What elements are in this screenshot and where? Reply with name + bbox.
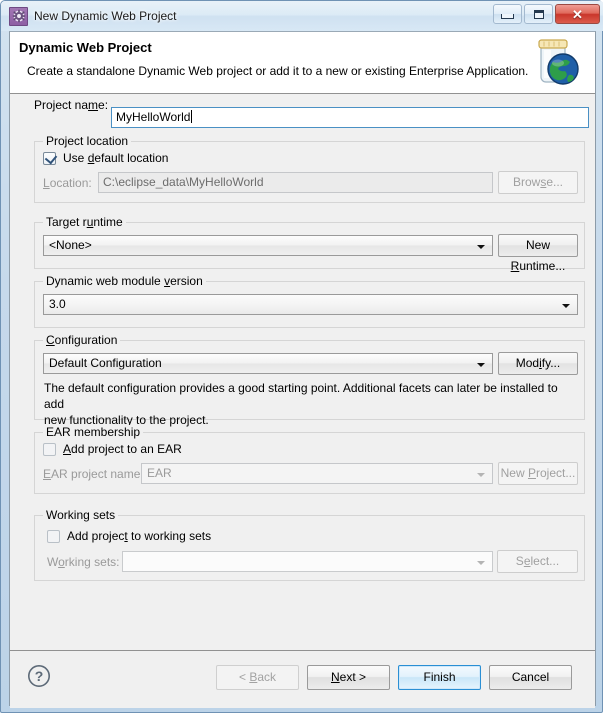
chevron-down-icon — [477, 561, 485, 565]
next-button[interactable]: Next > — [307, 665, 390, 690]
minimize-icon — [501, 14, 514, 19]
add-project-to-ear-checkbox-row[interactable]: Add project to an EAR — [43, 442, 182, 456]
location-input: C:\eclipse_data\MyHelloWorld — [98, 172, 493, 193]
page-description: Create a standalone Dynamic Web project … — [27, 64, 529, 78]
chevron-down-icon — [477, 363, 485, 367]
working-sets-combo — [122, 551, 493, 572]
checkmark-icon — [44, 151, 58, 164]
new-project-button: New Project... — [498, 462, 578, 485]
group-label-project-location: Project location — [43, 134, 132, 148]
group-label-configuration: Configuration — [43, 333, 121, 347]
project-name-value: MyHelloWorld — [116, 110, 191, 124]
chevron-down-icon — [477, 473, 485, 477]
add-project-to-ear-label: Add project to an EAR — [63, 442, 182, 456]
configuration-combo[interactable]: Default Configuration — [43, 353, 493, 374]
project-name-input[interactable]: MyHelloWorld — [111, 107, 589, 128]
group-label-module-version: Dynamic web module version — [43, 274, 206, 288]
gear-icon — [9, 6, 28, 26]
back-button: < Back — [216, 665, 299, 690]
ear-project-name-combo: EAR — [141, 463, 493, 484]
wizard-header: Dynamic Web Project Create a standalone … — [10, 32, 595, 94]
finish-button[interactable]: Finish — [398, 665, 481, 690]
chevron-down-icon — [562, 304, 570, 308]
dialog-button-bar: ? < Back Next > Finish Cancel — [10, 650, 595, 708]
group-target-runtime: Target runtime <None> New Runtime... — [34, 215, 585, 273]
minimize-button[interactable] — [493, 4, 522, 24]
group-label-target-runtime: Target runtime — [43, 215, 126, 229]
cancel-button[interactable]: Cancel — [489, 665, 572, 690]
new-runtime-button[interactable]: New Runtime... — [498, 234, 578, 273]
group-project-location: Project location Use default location Lo… — [34, 134, 585, 203]
chevron-down-icon — [477, 245, 485, 249]
wizard-body: Project name: MyHelloWorld Project locat… — [10, 94, 595, 650]
add-project-to-working-sets-checkbox[interactable] — [47, 529, 60, 543]
module-version-combo[interactable]: 3.0 — [43, 294, 578, 315]
modify-button[interactable]: Modify... — [498, 352, 578, 375]
target-runtime-combo[interactable]: <None> — [43, 235, 493, 256]
jar-globe-icon — [538, 39, 579, 85]
ear-project-name-label: EAR project name: — [43, 467, 144, 481]
group-configuration: Configuration Default Configuration Modi… — [34, 333, 585, 427]
svg-text:?: ? — [35, 668, 44, 684]
use-default-location-label: Use default location — [63, 151, 169, 165]
add-project-to-working-sets-checkbox-row[interactable]: Add project to working sets — [47, 529, 211, 543]
browse-button: Browse... — [498, 171, 578, 194]
group-module-version: Dynamic web module version 3.0 — [34, 274, 585, 328]
configuration-description: The default configuration provides a goo… — [44, 381, 558, 427]
ear-project-name-value: EAR — [147, 466, 172, 480]
page-title: Dynamic Web Project — [19, 40, 152, 55]
location-label: Location: — [43, 176, 92, 190]
group-label-ear-membership: EAR membership — [43, 425, 144, 439]
title-bar: New Dynamic Web Project ✕ — [1, 1, 603, 31]
use-default-location-checkbox[interactable] — [43, 151, 58, 165]
use-default-location-checkbox-row[interactable]: Use default location — [43, 151, 168, 165]
maximize-icon — [533, 9, 544, 19]
close-button[interactable]: ✕ — [555, 4, 600, 24]
module-version-value: 3.0 — [49, 297, 66, 311]
help-icon[interactable]: ? — [27, 664, 51, 688]
configuration-value: Default Configuration — [49, 356, 162, 370]
select-button: Select... — [497, 550, 578, 573]
maximize-button[interactable] — [524, 4, 553, 24]
close-icon: ✕ — [572, 6, 583, 22]
dialog-window: New Dynamic Web Project ✕ Dynamic Web Pr… — [0, 0, 603, 713]
text-caret — [191, 110, 193, 123]
target-runtime-value: <None> — [49, 238, 92, 252]
add-project-to-working-sets-label: Add project to working sets — [67, 529, 212, 543]
window-title: New Dynamic Web Project — [34, 9, 177, 23]
group-ear-membership: EAR membership Add project to an EAR EAR… — [34, 425, 585, 494]
group-label-working-sets: Working sets — [43, 508, 119, 522]
project-name-row: MyHelloWorld — [10, 107, 595, 129]
working-sets-label: Working sets: — [47, 555, 120, 569]
group-working-sets: Working sets Add project to working sets… — [34, 508, 585, 581]
gear-icon-svg — [12, 9, 25, 23]
dialog-client-area: Dynamic Web Project Create a standalone … — [9, 31, 596, 708]
add-project-to-ear-checkbox[interactable] — [43, 442, 56, 456]
window-controls: ✕ — [493, 4, 600, 24]
